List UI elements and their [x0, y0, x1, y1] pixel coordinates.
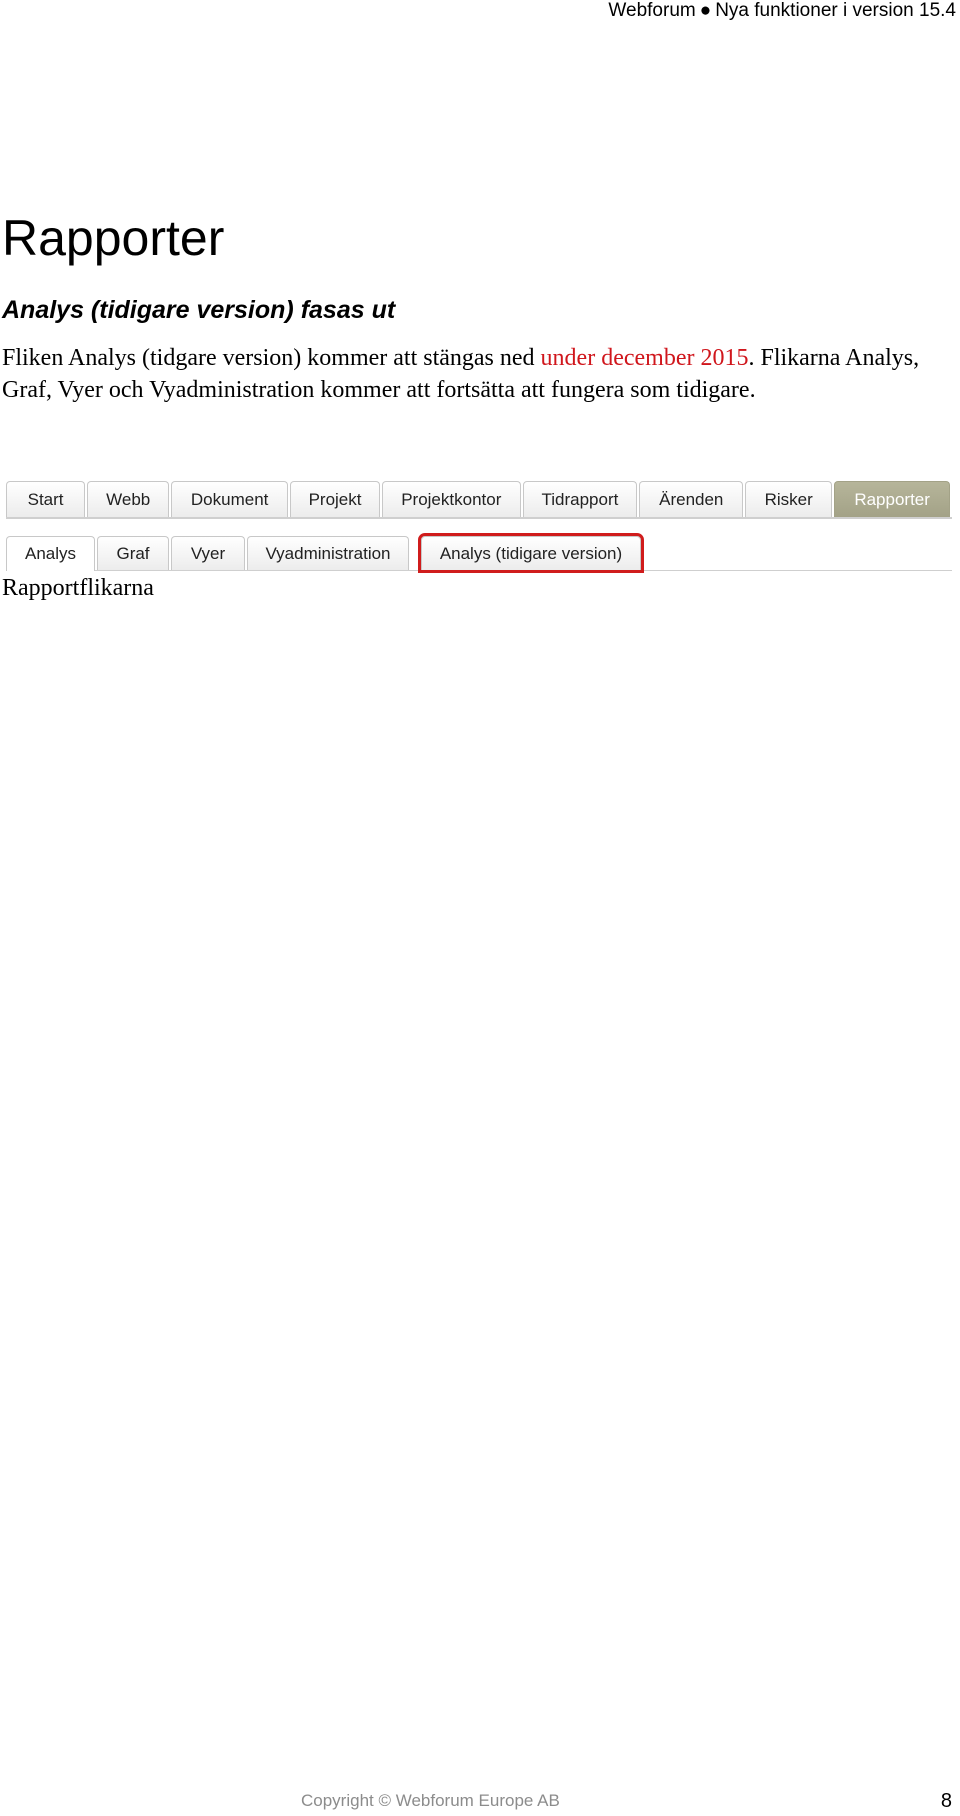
paragraph-part1: Fliken Analys (tidgare version) kommer a…	[2, 345, 541, 371]
footer-copyright: Copyright © Webforum Europe AB	[301, 1791, 560, 1810]
subtab-vyer[interactable]: Vyer	[171, 536, 245, 570]
tab-risker[interactable]: Risker	[745, 481, 833, 517]
tab-projektkontor[interactable]: Projektkontor	[382, 481, 521, 517]
header-bullet: ●	[699, 0, 712, 21]
main-tab-bar: Start Webb Dokument Projekt Projektkonto…	[6, 481, 952, 519]
header-product: Webforum	[608, 0, 696, 21]
sub-tab-bar: Analys Graf Vyer Vyadministration Analys…	[6, 533, 952, 573]
tab-start[interactable]: Start	[6, 481, 86, 517]
page-number: 8	[940, 1790, 952, 1812]
body-paragraph: Fliken Analys (tidgare version) kommer a…	[2, 342, 952, 406]
tab-dokument[interactable]: Dokument	[171, 481, 289, 517]
tab-webb[interactable]: Webb	[87, 481, 170, 517]
tab-projekt[interactable]: Projekt	[290, 481, 381, 517]
figure-caption: Rapportflikarna	[2, 575, 154, 601]
section-heading: Analys (tidigare version) fasas ut	[2, 296, 396, 324]
subtab-analys[interactable]: Analys	[6, 536, 95, 571]
subtab-vyadministration[interactable]: Vyadministration	[247, 536, 409, 570]
subtab-analys-tidigare-version[interactable]: Analys (tidigare version)	[418, 533, 644, 573]
paragraph-highlight: under december 2015	[540, 345, 749, 371]
subtab-graf[interactable]: Graf	[97, 536, 169, 570]
page-header: Webforum ● Nya funktioner i version 15.4	[608, 0, 956, 22]
tab-arenden[interactable]: Ärenden	[639, 481, 744, 517]
page-title: Rapporter	[2, 210, 225, 266]
tab-tidrapport[interactable]: Tidrapport	[522, 481, 638, 517]
tab-rapporter[interactable]: Rapporter	[834, 481, 950, 517]
header-subtitle: Nya funktioner i version 15.4	[715, 0, 956, 21]
